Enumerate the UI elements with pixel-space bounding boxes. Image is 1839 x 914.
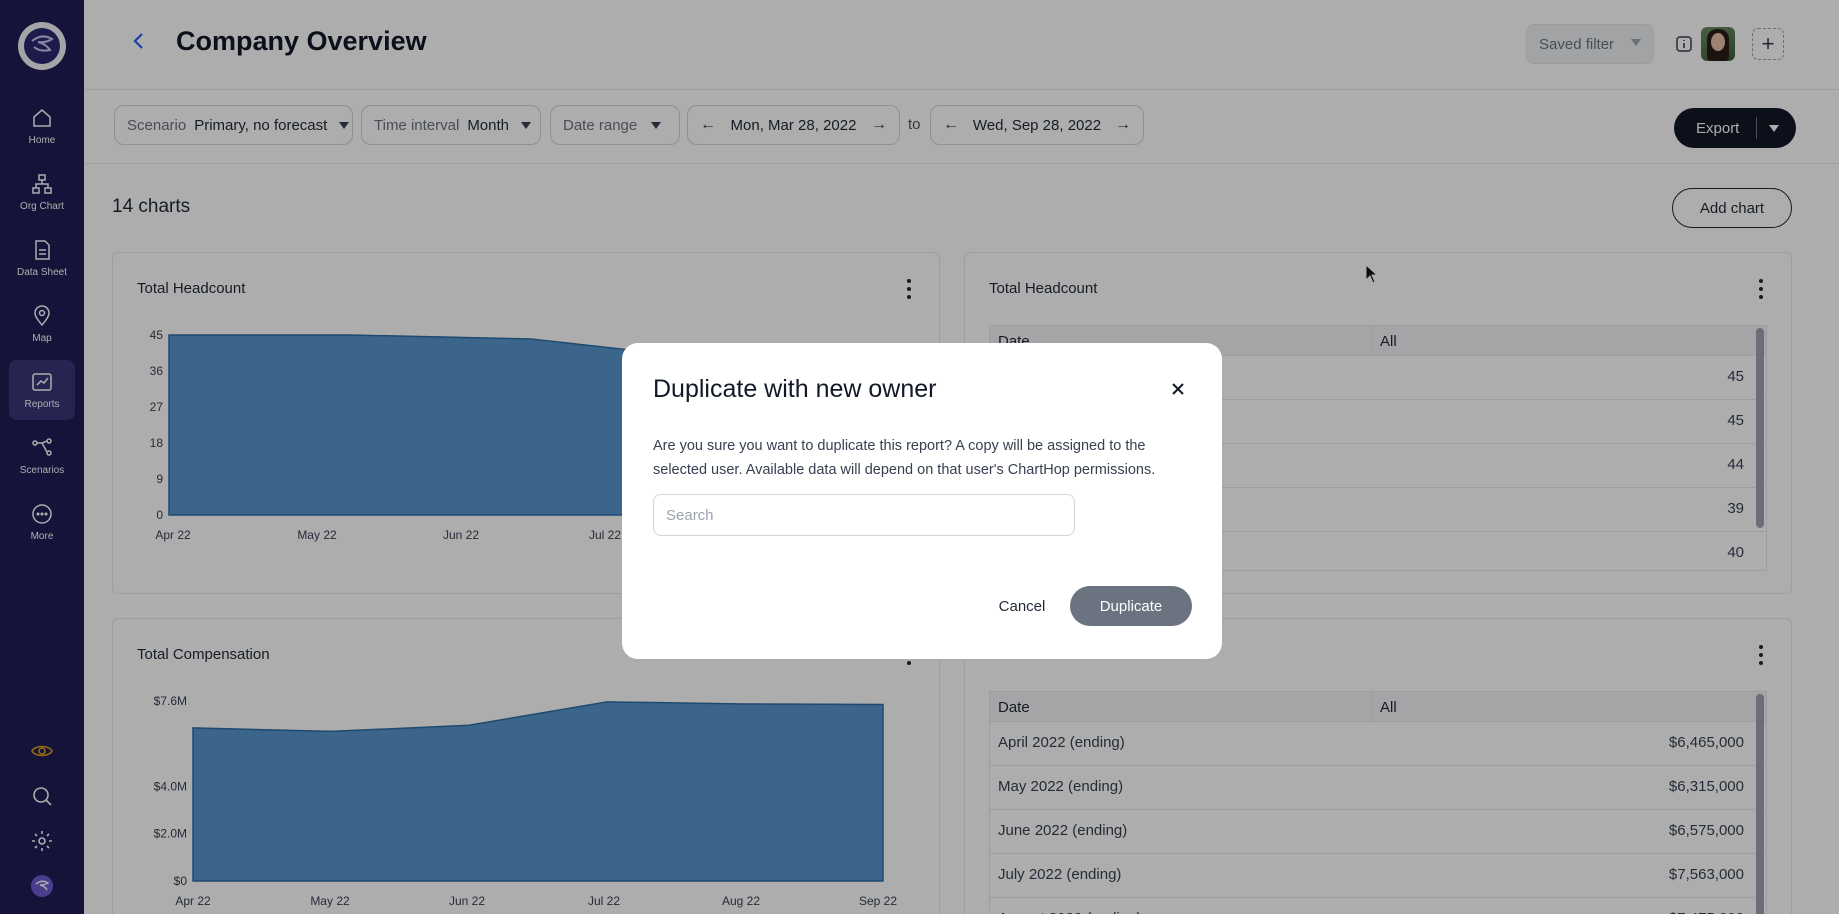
- duplicate-button[interactable]: Duplicate: [1070, 586, 1192, 626]
- dialog-title: Duplicate with new owner: [653, 375, 937, 403]
- dialog-message: Are you sure you want to duplicate this …: [653, 438, 1156, 478]
- owner-search-input[interactable]: [653, 494, 1075, 536]
- cancel-button[interactable]: Cancel: [974, 586, 1070, 626]
- duplicate-dialog: Duplicate with new owner Are you sure yo…: [622, 343, 1222, 659]
- close-icon[interactable]: [1168, 379, 1188, 399]
